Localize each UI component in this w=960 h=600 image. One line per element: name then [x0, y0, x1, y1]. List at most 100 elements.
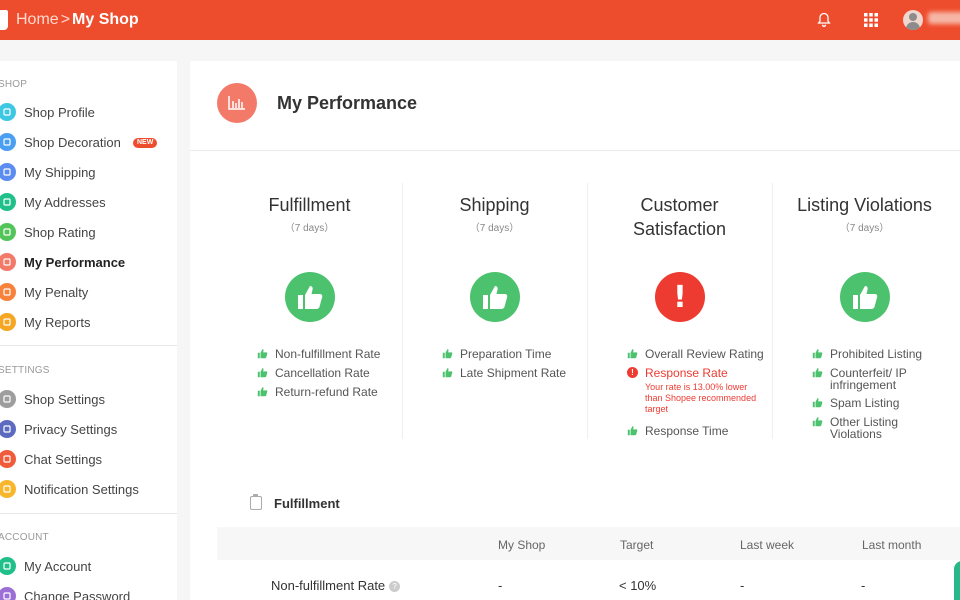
sidebar-item-privacy-settings[interactable]: Privacy Settings: [0, 418, 177, 440]
thumbs-up-icon: [627, 425, 638, 436]
sidebar-item-my-penalty[interactable]: My Penalty: [0, 281, 177, 303]
card-title-line2: Satisfaction: [632, 219, 727, 239]
thumbs-up-icon: [257, 367, 268, 378]
sidebar-item-label: Shop Rating: [24, 225, 96, 240]
cell-last-week: -: [740, 578, 745, 593]
sidebar-item-my-shipping[interactable]: My Shipping: [0, 161, 177, 183]
metric-label: Response Time: [645, 424, 729, 438]
row-name: Non-fulfillment Rate?: [271, 578, 401, 593]
metric-label: Other Listing Violations: [830, 415, 899, 441]
thumbs-up-icon: [812, 416, 823, 427]
new-badge: NEW: [133, 138, 158, 148]
performance-chart-icon: [217, 83, 257, 123]
sidebar-item-my-account[interactable]: My Account: [0, 555, 177, 577]
lock-icon: [0, 420, 16, 438]
card-title: Fulfillment: [268, 195, 351, 215]
breadcrumb: Home > My Shop: [16, 0, 139, 40]
sidebar-item-shop-profile[interactable]: Shop Profile: [0, 101, 177, 123]
shop-decoration-icon: [0, 133, 16, 151]
alert-icon: !: [627, 367, 638, 378]
metric-label: Prohibited Listing: [830, 347, 923, 361]
table-header: My Shop Target Last week Last month: [217, 527, 960, 560]
card-subtitle: （7 days）: [469, 223, 520, 234]
help-icon[interactable]: ?: [389, 581, 401, 592]
location-pin-icon: [0, 193, 16, 211]
metric-label: Late Shipment Rate: [460, 366, 567, 380]
clipboard-icon: [250, 494, 262, 510]
sidebar-item-change-password[interactable]: Change Password: [0, 585, 177, 600]
thumbs-up-icon: [257, 386, 268, 397]
shopee-logo-icon[interactable]: [0, 10, 8, 30]
cell-my-shop: -: [498, 578, 503, 593]
metric-card-listing-violations[interactable]: Listing Violations （7 days） Prohibited L…: [772, 183, 957, 441]
sidebar-item-label: Shop Profile: [24, 105, 95, 120]
username-redacted[interactable]: [928, 12, 960, 24]
header-divider: [190, 150, 960, 151]
password-icon: [0, 587, 16, 600]
gear-icon: [0, 390, 16, 408]
metric-card-shipping[interactable]: Shipping （7 days） Preparation Time Late …: [402, 183, 587, 439]
sidebar-item-label: Shop Settings: [24, 392, 105, 407]
sidebar-section-account: ACCOUNT: [0, 532, 49, 543]
card-subtitle: （7 days）: [284, 223, 335, 234]
breadcrumb-current: My Shop: [72, 11, 139, 28]
penalty-bolt-icon: [0, 283, 16, 301]
metric-card-customer-satisfaction[interactable]: Customer Satisfaction ! Overall Review R…: [587, 183, 772, 439]
breadcrumb-separator: >: [60, 11, 71, 28]
metric-label: Overall Review Rating: [645, 347, 764, 361]
sidebar-item-notification-settings[interactable]: Notification Settings: [0, 478, 177, 500]
card-subtitle: （7 days）: [839, 223, 890, 234]
column-header-my-shop: My Shop: [498, 538, 546, 552]
breadcrumb-home-link[interactable]: Home: [16, 11, 59, 28]
thumbs-up-icon: [470, 272, 520, 322]
sidebar-item-shop-decoration[interactable]: Shop Decoration NEW: [0, 131, 177, 153]
metric-label: Non-fulfillment Rate: [275, 347, 381, 361]
thumbs-up-icon: [840, 272, 890, 322]
section-title-fulfillment: Fulfillment: [274, 496, 340, 511]
sidebar-item-label: Notification Settings: [24, 482, 139, 497]
thumbs-up-icon: [627, 348, 638, 359]
sidebar-item-label: Privacy Settings: [24, 422, 118, 437]
alert-exclamation-icon: !: [655, 272, 705, 322]
apps-grid-icon[interactable]: [861, 10, 881, 30]
sidebar-item-my-addresses[interactable]: My Addresses: [0, 191, 177, 213]
metric-label: Counterfeit/ IP infringement: [830, 366, 907, 392]
main-panel: My Performance Fulfillment （7 days） Non-…: [190, 61, 960, 600]
thumbs-up-icon: [442, 367, 453, 378]
sidebar-item-label: My Performance: [24, 255, 126, 270]
metric-label: Preparation Time: [460, 347, 552, 361]
sidebar-item-label: My Addresses: [24, 195, 106, 210]
metric-label: Cancellation Rate: [275, 366, 370, 380]
card-title: Shipping: [459, 195, 530, 215]
reports-icon: [0, 313, 16, 331]
account-card-icon: [0, 557, 16, 575]
metric-label: Spam Listing: [830, 396, 900, 410]
star-icon: [0, 223, 16, 241]
metric-label: Return-refund Rate: [275, 385, 378, 399]
thumbs-up-icon: [285, 272, 335, 322]
thumbs-up-icon: [257, 348, 268, 359]
sidebar-item-shop-rating[interactable]: Shop Rating: [0, 221, 177, 243]
user-avatar-icon[interactable]: [903, 10, 923, 30]
sidebar-item-chat-settings[interactable]: Chat Settings: [0, 448, 177, 470]
sidebar-item-label: Chat Settings: [24, 452, 103, 467]
thumbs-up-icon: [812, 348, 823, 359]
column-header-target: Target: [620, 538, 654, 552]
sidebar-divider: [0, 513, 177, 514]
sidebar-item-my-performance[interactable]: My Performance: [0, 251, 177, 273]
row-label: Non-fulfillment Rate: [271, 578, 386, 593]
chat-icon: [0, 450, 16, 468]
page-title: My Performance: [277, 93, 418, 113]
sidebar-item-my-reports[interactable]: My Reports: [0, 311, 177, 333]
sidebar-item-label: My Account: [24, 559, 92, 574]
shipping-truck-icon: [0, 163, 16, 181]
sidebar-item-label: My Reports: [24, 315, 91, 330]
sidebar-item-label: My Penalty: [24, 285, 89, 300]
metric-label: Response Rate: [645, 366, 728, 380]
card-title: Listing Violations: [797, 195, 932, 215]
column-header-last-month: Last month: [862, 538, 922, 552]
floating-chat-tab[interactable]: [954, 561, 960, 600]
bell-icon[interactable]: [814, 10, 834, 30]
metric-card-fulfillment[interactable]: Fulfillment （7 days） Non-fulfillment Rat…: [217, 183, 402, 439]
sidebar-item-shop-settings[interactable]: Shop Settings: [0, 388, 177, 410]
